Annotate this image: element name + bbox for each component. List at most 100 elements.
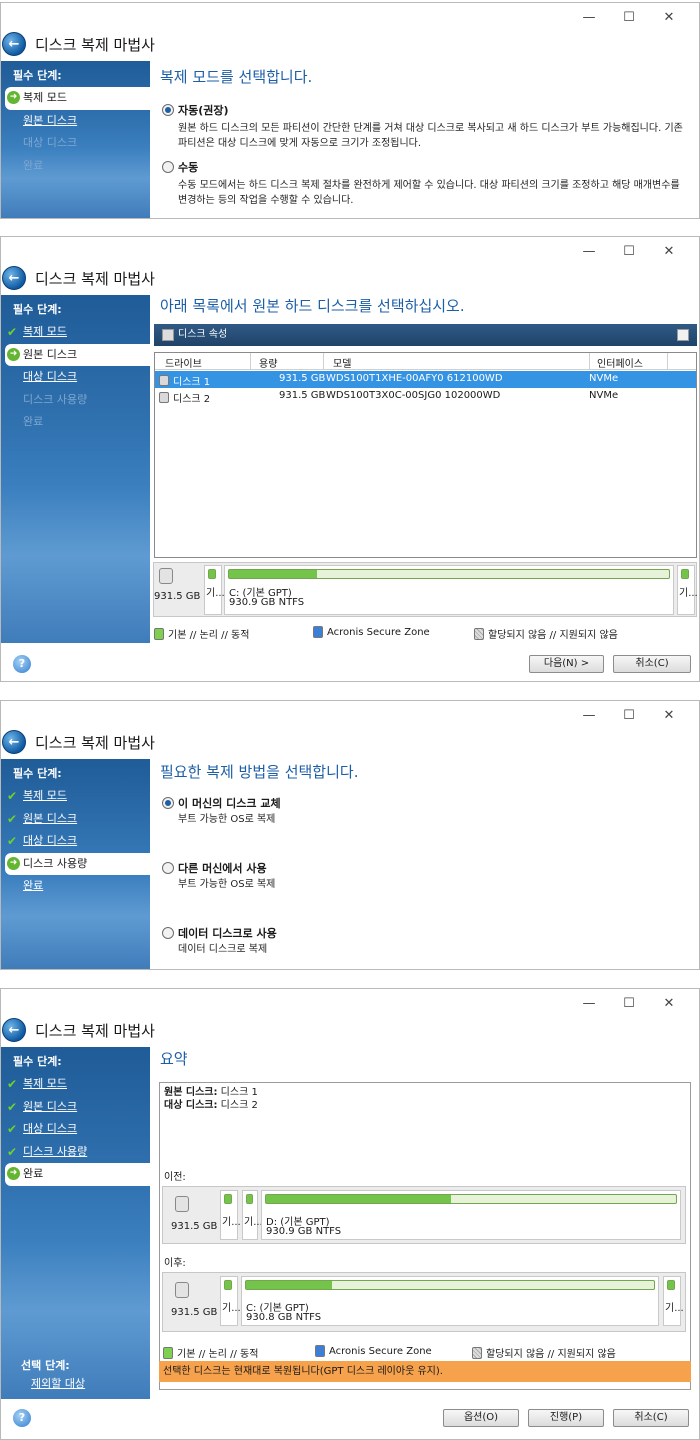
sidebar-item-source-disk[interactable]: 원본 디스크 bbox=[1, 110, 150, 133]
partition-small-end[interactable]: 기... bbox=[663, 1276, 684, 1326]
sidebar-item-disk-usage[interactable]: ✔ 디스크 사용량 bbox=[1, 1141, 150, 1164]
other-machine-option[interactable]: 다른 머신에서 사용 bbox=[162, 860, 267, 876]
option-label: 다른 머신에서 사용 bbox=[178, 862, 267, 875]
options-button[interactable]: 옵션(O) bbox=[443, 1409, 519, 1427]
sidebar-item-target-disk[interactable]: ✔ 대상 디스크 bbox=[1, 830, 150, 853]
partition-main[interactable]: C: (기본 GPT) 930.8 GB NTFS bbox=[241, 1276, 659, 1326]
wizard-window-source-disk: — ☐ ✕ ← 디스크 복제 마법사 필수 단계: ✔ 복제 모드 ➜ 원본 디스크… bbox=[0, 236, 700, 682]
option-description: 부트 가능한 OS로 복제 bbox=[178, 879, 276, 890]
sidebar-item-clone-mode[interactable]: ✔ 복제 모드 bbox=[1, 1073, 150, 1096]
window-title: 디스크 복제 마법사 bbox=[35, 733, 155, 752]
close-button[interactable]: ✕ bbox=[649, 705, 689, 727]
source-label: 원본 디스크: bbox=[164, 1087, 218, 1098]
sidebar-item-disk-usage[interactable]: ➜ 디스크 사용량 bbox=[5, 852, 150, 875]
sidebar-item-finish: 완료 bbox=[1, 155, 150, 178]
sidebar: 필수 단계: ✔ 복제 모드 ✔ 원본 디스크 ✔ 대상 디스크 ✔ 디스크 사용량 ➜… bbox=[1, 1047, 150, 1399]
partition-small[interactable]: 기... bbox=[220, 1276, 241, 1326]
partition-label: 기... bbox=[679, 588, 698, 599]
window-title: 디스크 복제 마법사 bbox=[35, 269, 155, 288]
sidebar-item-finish[interactable]: ➜ 완료 bbox=[5, 1163, 150, 1186]
other-machine-radio[interactable] bbox=[162, 862, 174, 874]
legend-text: Acronis Secure Zone bbox=[329, 1345, 432, 1357]
sidebar-item-disk-usage: 디스크 사용량 bbox=[1, 389, 150, 412]
legend-asz: Acronis Secure Zone bbox=[313, 626, 430, 638]
cancel-button[interactable]: 취소(C) bbox=[613, 1409, 689, 1427]
sidebar-item-label: 복제 모드 bbox=[23, 325, 67, 338]
column-interface[interactable]: 인터페이스 bbox=[597, 355, 643, 370]
partition-main[interactable]: D: (기본 GPT) 930.9 GB NTFS bbox=[261, 1190, 681, 1240]
column-drive[interactable]: 드라이브 bbox=[165, 355, 202, 370]
legend-text: 기본 // 논리 // 동적 bbox=[168, 630, 250, 641]
partition-main[interactable]: C: (기본 GPT) 930.9 GB NTFS bbox=[224, 565, 674, 615]
sidebar-item-label: 디스크 사용량 bbox=[23, 392, 88, 406]
minimize-button[interactable]: — bbox=[569, 7, 609, 29]
sidebar: 필수 단계: ➜ 복제 모드 원본 디스크 대상 디스크 완료 bbox=[1, 61, 150, 218]
sidebar-item-exclude[interactable]: 제외할 대상 bbox=[9, 1373, 85, 1396]
back-arrow-icon[interactable]: ← bbox=[2, 730, 26, 754]
data-disk-radio[interactable] bbox=[162, 927, 174, 939]
close-button[interactable]: ✕ bbox=[649, 241, 689, 263]
row-size: 931.5 GB bbox=[279, 373, 326, 384]
sidebar-item-source-disk[interactable]: ✔ 원본 디스크 bbox=[1, 808, 150, 831]
sidebar-item-target-disk[interactable]: ✔ 대상 디스크 bbox=[1, 1118, 150, 1141]
green-swatch-icon bbox=[163, 1346, 173, 1359]
partition-used-fill bbox=[246, 1281, 332, 1289]
manual-radio[interactable] bbox=[162, 161, 174, 173]
proceed-button[interactable]: 진행(P) bbox=[528, 1409, 604, 1427]
cancel-button[interactable]: 취소(C) bbox=[613, 655, 691, 673]
maximize-button[interactable]: ☐ bbox=[609, 993, 649, 1015]
next-button[interactable]: 다음(N) > bbox=[529, 655, 604, 673]
maximize-button[interactable]: ☐ bbox=[609, 705, 649, 727]
table-row[interactable]: 디스크 1 931.5 GB WDS100T1XHE-00AFY0 612100… bbox=[155, 371, 696, 388]
blue-swatch-icon bbox=[313, 626, 323, 638]
sidebar-item-source-disk[interactable]: ✔ 원본 디스크 bbox=[1, 1096, 150, 1119]
help-icon[interactable]: ? bbox=[13, 1409, 31, 1427]
row-drive: 디스크 2 bbox=[173, 394, 211, 405]
sidebar-item-clone-mode[interactable]: ✔ 복제 모드 bbox=[1, 321, 150, 344]
partition-small[interactable]: 기... bbox=[220, 1190, 241, 1240]
column-model[interactable]: 모델 bbox=[333, 355, 351, 370]
minimize-button[interactable]: — bbox=[569, 705, 609, 727]
maximize-button[interactable]: ☐ bbox=[609, 241, 649, 263]
wizard-window-summary: — ☐ ✕ ← 디스크 복제 마법사 필수 단계: ✔ 복제 모드 ✔ 원본 디스크… bbox=[0, 988, 700, 1440]
sidebar-item-clone-mode[interactable]: ✔ 복제 모드 bbox=[1, 785, 150, 808]
close-button[interactable]: ✕ bbox=[649, 7, 689, 29]
manual-option[interactable]: 수동 bbox=[162, 159, 198, 175]
auto-radio[interactable] bbox=[162, 104, 174, 116]
row-size: 931.5 GB bbox=[279, 390, 326, 401]
legend-basic: 기본 // 논리 // 동적 bbox=[163, 1345, 258, 1360]
option-description: 데이터 디스크로 복제 bbox=[178, 944, 268, 955]
required-steps-header: 필수 단계: bbox=[13, 303, 62, 316]
minimize-button[interactable]: — bbox=[569, 993, 609, 1015]
arrow-right-icon: ➜ bbox=[7, 1167, 20, 1180]
close-button[interactable]: ✕ bbox=[649, 993, 689, 1015]
partition-small[interactable]: 기... bbox=[204, 565, 225, 615]
toolbar-menu-icon[interactable] bbox=[677, 329, 689, 341]
back-arrow-icon[interactable]: ← bbox=[2, 266, 26, 290]
auto-option[interactable]: 자동(권장) bbox=[162, 102, 229, 118]
sidebar-item-clone-mode[interactable]: ➜ 복제 모드 bbox=[5, 87, 150, 110]
legend-text: 할당되지 않음 // 지원되지 않음 bbox=[486, 1349, 616, 1360]
sidebar-item-label: 디스크 사용량 bbox=[23, 1144, 88, 1158]
help-icon[interactable]: ? bbox=[13, 655, 31, 673]
sidebar-item-finish[interactable]: 완료 bbox=[1, 875, 150, 898]
sidebar: 필수 단계: ✔ 복제 모드 ➜ 원본 디스크 대상 디스크 디스크 사용량 완료 bbox=[1, 295, 150, 643]
required-steps-header: 필수 단계: bbox=[13, 767, 62, 780]
data-disk-option[interactable]: 데이터 디스크로 사용 bbox=[162, 925, 277, 941]
replace-disk-radio[interactable] bbox=[162, 797, 174, 809]
sidebar-item-source-disk[interactable]: ➜ 원본 디스크 bbox=[5, 343, 150, 366]
disk-properties-button[interactable]: 디스크 속성 bbox=[178, 329, 227, 340]
back-arrow-icon[interactable]: ← bbox=[2, 1018, 26, 1042]
disk-properties-icon[interactable] bbox=[162, 329, 174, 341]
maximize-button[interactable]: ☐ bbox=[609, 7, 649, 29]
minimize-button[interactable]: — bbox=[569, 241, 609, 263]
partition-small-end[interactable]: 기... bbox=[677, 565, 698, 615]
partition-label: 기... bbox=[206, 588, 225, 599]
column-size[interactable]: 용량 bbox=[259, 355, 277, 370]
replace-disk-option[interactable]: 이 머신의 디스크 교체 bbox=[162, 795, 281, 811]
partition-small[interactable]: 기... bbox=[242, 1190, 263, 1240]
sidebar-item-target-disk[interactable]: 대상 디스크 bbox=[1, 366, 150, 389]
back-arrow-icon[interactable]: ← bbox=[2, 32, 26, 56]
table-row[interactable]: 디스크 2 931.5 GB WDS100T3X0C-00SJG0 102000… bbox=[155, 388, 696, 405]
check-icon: ✔ bbox=[7, 325, 18, 339]
